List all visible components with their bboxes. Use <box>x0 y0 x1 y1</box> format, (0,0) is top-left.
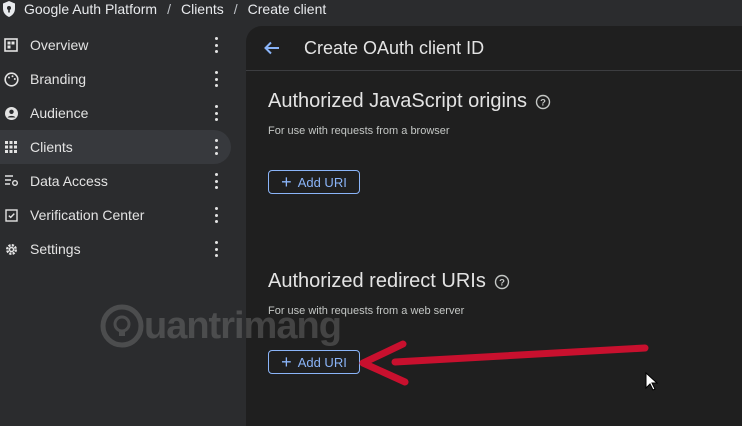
sidebar-item-audience[interactable]: Audience <box>0 96 240 130</box>
sidebar-item-settings[interactable]: Settings <box>0 232 240 266</box>
js-origins-heading: Authorized JavaScript origins ? <box>268 90 551 113</box>
tune-list-icon <box>2 172 20 190</box>
breadcrumb-current: Create client <box>247 1 327 17</box>
sidebar-item-label: Audience <box>30 105 89 121</box>
more-vert-icon[interactable] <box>210 37 222 53</box>
panel-header: Create OAuth client ID <box>246 26 742 71</box>
help-icon[interactable]: ? <box>535 94 551 110</box>
more-vert-icon[interactable] <box>210 71 222 87</box>
js-origins-subtitle: For use with requests from a browser <box>268 125 450 137</box>
more-vert-icon[interactable] <box>210 105 222 121</box>
plus-icon: + <box>281 351 292 372</box>
lightbulb-logo-icon <box>100 304 144 348</box>
sidebar-item-label: Settings <box>30 241 81 257</box>
add-redirect-uri-button[interactable]: + Add URI <box>268 350 360 374</box>
apps-icon <box>2 138 20 156</box>
watermark: uantrimang <box>100 304 342 348</box>
sidebar-item-label: Branding <box>30 71 87 87</box>
breadcrumb-separator: / <box>167 1 171 17</box>
more-vert-icon[interactable] <box>210 207 222 223</box>
more-vert-icon[interactable] <box>210 173 222 189</box>
redirect-uris-title: Authorized redirect URIs <box>268 270 486 292</box>
plus-icon: + <box>281 171 292 192</box>
svg-text:?: ? <box>540 97 546 108</box>
add-js-origin-uri-button[interactable]: + Add URI <box>268 170 360 194</box>
palette-icon <box>2 70 20 88</box>
sidebar-item-data-access[interactable]: Data Access <box>0 164 240 198</box>
sidebar-item-label: Clients <box>30 139 73 155</box>
breadcrumb: Google Auth Platform / Clients / Create … <box>0 0 742 18</box>
grid-icon <box>2 36 20 54</box>
back-arrow-icon[interactable] <box>262 38 282 58</box>
sidebar-item-clients[interactable]: Clients <box>0 130 231 164</box>
sidebar-item-branding[interactable]: Branding <box>0 62 240 96</box>
sidebar: Overview Branding Audience Clients Data … <box>0 28 240 266</box>
breadcrumb-separator: / <box>233 1 238 17</box>
js-origins-title: Authorized JavaScript origins <box>268 90 528 112</box>
more-vert-icon[interactable] <box>210 139 222 155</box>
button-label: Add URI <box>297 174 347 190</box>
more-vert-icon[interactable] <box>210 241 222 257</box>
breadcrumb-clients[interactable]: Clients <box>181 1 224 17</box>
sidebar-item-label: Verification Center <box>30 207 145 223</box>
sidebar-item-label: Data Access <box>30 173 108 189</box>
mouse-pointer-icon <box>645 372 659 391</box>
verified-icon <box>2 206 20 224</box>
help-icon[interactable]: ? <box>494 274 510 290</box>
gear-icon <box>2 240 20 258</box>
sidebar-item-verification-center[interactable]: Verification Center <box>0 198 240 232</box>
button-label: Add URI <box>297 354 347 370</box>
breadcrumb-platform[interactable]: Google Auth Platform <box>24 1 157 17</box>
sidebar-item-label: Overview <box>30 37 89 53</box>
person-icon <box>2 104 20 122</box>
shield-lock-icon <box>3 1 15 17</box>
annotation-arrow-icon <box>359 340 649 386</box>
watermark-text: uantrimang <box>144 304 342 347</box>
svg-text:?: ? <box>499 277 505 288</box>
page-title: Create OAuth client ID <box>304 37 485 58</box>
redirect-uris-heading: Authorized redirect URIs ? <box>268 270 510 293</box>
sidebar-item-overview[interactable]: Overview <box>0 28 240 62</box>
